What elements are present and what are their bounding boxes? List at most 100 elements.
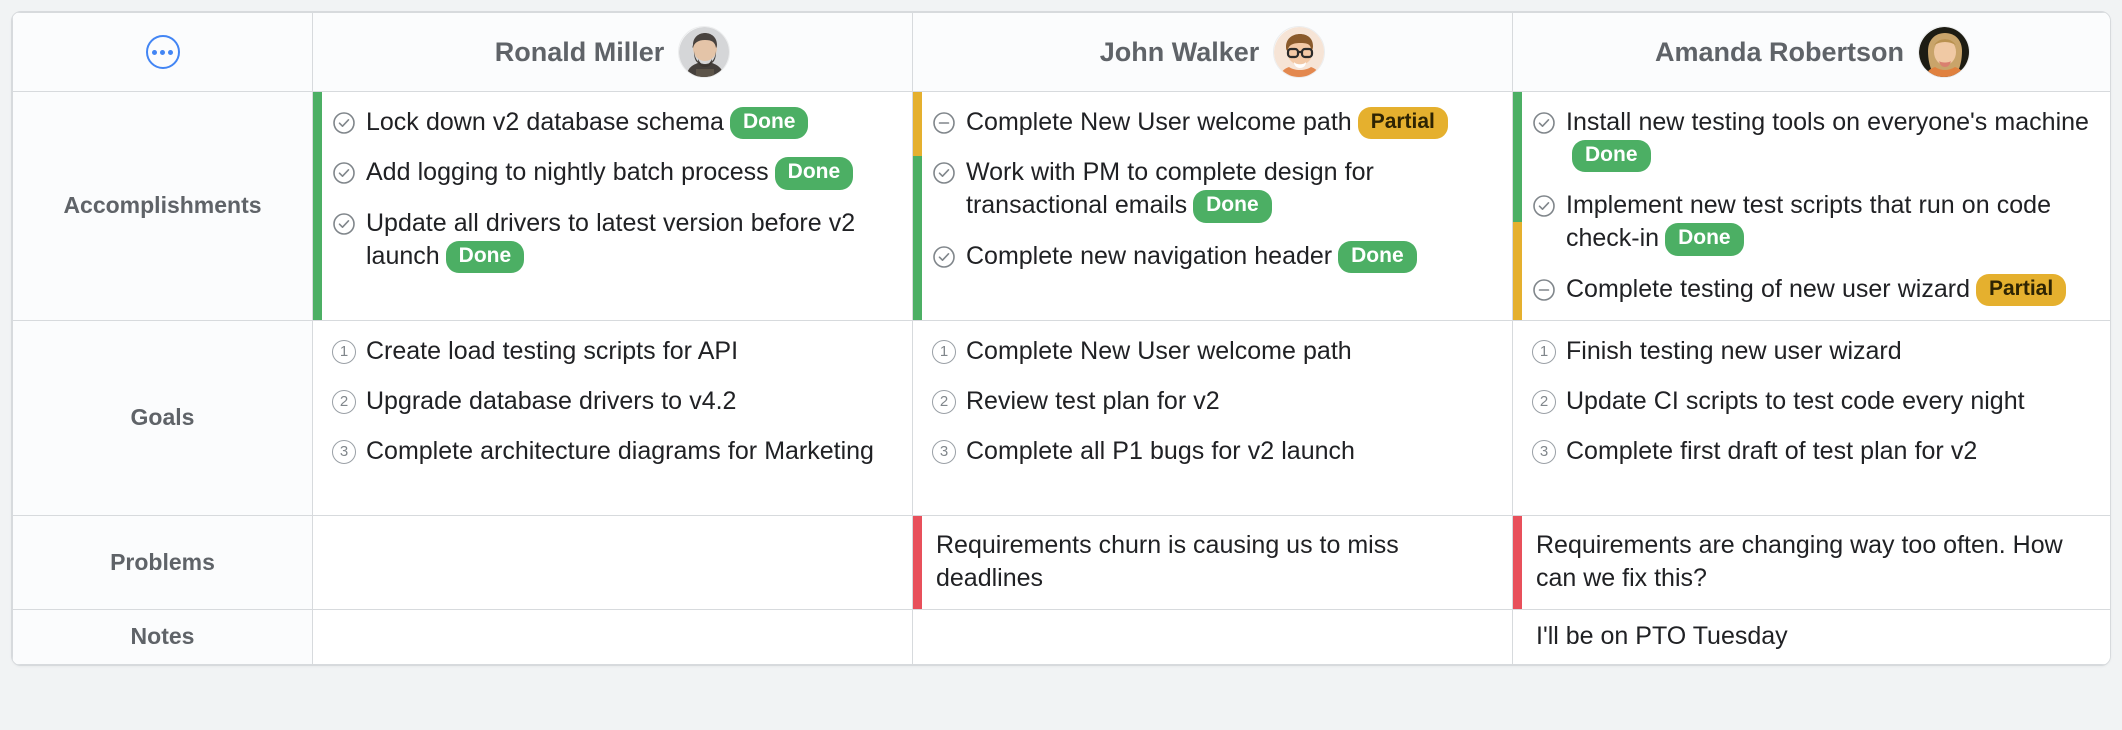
dot-3-icon [168, 49, 173, 55]
cell-accomplishments-ronald-miller[interactable]: Lock down v2 database schema Done Add log… [312, 91, 913, 321]
goal-item[interactable]: 3 Complete all P1 bugs for v2 launch [932, 435, 1496, 468]
goal-text: Complete all P1 bugs for v2 launch [966, 436, 1355, 465]
cell-notes-amanda-robertson[interactable]: I'll be on PTO Tuesday [1512, 608, 2110, 665]
row-accomplishments: Accomplishments Lock down v2 database sc… [12, 91, 2110, 321]
row-goals: Goals 1 Create load testing scripts for … [12, 319, 2110, 516]
accent-segment [913, 156, 922, 222]
status-badge: Done [1338, 240, 1417, 273]
accomplishment-item[interactable]: Complete New User welcome path Partial [932, 106, 1496, 140]
cell-problems-amanda-robertson[interactable]: Requirements are changing way too often.… [1512, 514, 2110, 610]
goal-item[interactable]: 1 Finish testing new user wizard [1532, 335, 2096, 368]
check-circle-icon [332, 212, 356, 236]
number-circle-icon: 3 [932, 439, 956, 464]
accomplishment-item[interactable]: Add logging to nightly batch process Done [332, 156, 896, 190]
status-accent-bar [1513, 92, 1522, 320]
number-circle-icon: 3 [1532, 439, 1556, 464]
dot-1-icon [152, 49, 157, 55]
cell-notes-john-walker[interactable] [912, 608, 1513, 665]
goal-text: Upgrade database drivers to v4.2 [366, 386, 737, 415]
problem-text: Requirements are changing way too often.… [1536, 530, 2063, 592]
number-circle-icon: 1 [1532, 339, 1556, 364]
status-accent-bar-empty [913, 321, 922, 515]
minus-circle-icon [1532, 278, 1556, 302]
number-circle-icon: 3 [332, 439, 356, 464]
cell-problems-ronald-miller[interactable] [312, 514, 913, 610]
accomplishment-text: Lock down v2 database schema [366, 108, 724, 136]
goal-text: Complete first draft of test plan for v2 [1566, 436, 1978, 465]
standup-board-page: Ronald Miller John Walker Amanda Roberts… [0, 0, 2122, 730]
accomplishment-item[interactable]: Complete new navigation header Done [932, 240, 1496, 273]
accent-segment [1513, 92, 1522, 158]
accomplishment-text: Complete testing of new user wizard [1566, 274, 1970, 303]
status-badge: Done [1193, 190, 1272, 223]
status-badge: Done [1572, 140, 1651, 173]
goal-item[interactable]: 1 Create load testing scripts for API [332, 335, 896, 368]
status-badge: Done [1665, 223, 1744, 256]
check-circle-icon [332, 161, 356, 185]
goal-item[interactable]: 2 Review test plan for v2 [932, 385, 1496, 418]
accomplishment-item[interactable]: Work with PM to complete design for tran… [932, 156, 1496, 223]
goal-text: Create load testing scripts for API [366, 336, 739, 365]
note-text [322, 610, 354, 664]
status-badge: Done [445, 240, 525, 273]
accent-segment [1513, 222, 1522, 320]
column-header-person-1[interactable]: Ronald Miller [312, 12, 913, 92]
accomplishment-item[interactable]: Lock down v2 database schema Done [332, 106, 896, 140]
accomplishment-text: Work with PM to complete design for tran… [966, 158, 1374, 220]
goal-item[interactable]: 2 Upgrade database drivers to v4.2 [332, 385, 896, 418]
minus-circle-icon [932, 111, 956, 135]
status-badge: Partial [1357, 107, 1448, 140]
cell-goals-amanda-robertson[interactable]: 1 Finish testing new user wizard 2 Updat… [1512, 319, 2110, 516]
problem-accent-bar-empty [313, 516, 322, 609]
cell-goals-john-walker[interactable]: 1 Complete New User welcome path 2 Revie… [912, 319, 1513, 516]
check-circle-icon [332, 111, 356, 135]
cell-goals-ronald-miller[interactable]: 1 Create load testing scripts for API 2 … [312, 319, 913, 516]
problem-accent-bar [913, 515, 922, 609]
number-circle-icon: 1 [332, 339, 356, 364]
number-circle-icon: 1 [932, 339, 956, 364]
number-circle-icon: 2 [332, 389, 356, 414]
goal-item[interactable]: 1 Complete New User welcome path [932, 335, 1496, 368]
accomplishment-item[interactable]: Implement new test scripts that run on c… [1532, 189, 2096, 256]
column-header-person-3[interactable]: Amanda Robertson [1512, 12, 2110, 92]
note-accent-bar-empty [313, 610, 322, 664]
check-circle-icon [932, 161, 956, 185]
goal-item[interactable]: 2 Update CI scripts to test code every n… [1532, 385, 2096, 418]
check-circle-icon [932, 245, 956, 269]
accent-segment [1513, 158, 1522, 222]
goal-item[interactable]: 3 Complete first draft of test plan for … [1532, 435, 2096, 468]
status-badge: Done [729, 107, 809, 140]
board-menu-cell [12, 12, 313, 92]
more-options-icon[interactable] [145, 35, 180, 69]
dot-2-icon [160, 49, 165, 55]
number-circle-icon: 2 [1532, 389, 1556, 414]
cell-accomplishments-amanda-robertson[interactable]: Install new testing tools on everyone's … [1512, 91, 2110, 321]
accomplishment-item[interactable]: Complete testing of new user wizard Parti… [1532, 273, 2096, 306]
accent-segment [313, 92, 322, 158]
person-name: John Walker [1099, 36, 1260, 67]
table-header-row: Ronald Miller John Walker Amanda Roberts… [12, 12, 2110, 92]
avatar-amanda-robertson[interactable] [1918, 26, 1971, 78]
row-label-problems: Problems [12, 514, 313, 610]
accent-segment [913, 92, 922, 156]
status-accent-bar-empty [313, 321, 322, 515]
status-accent-bar-empty [1513, 321, 1522, 515]
check-circle-icon [1532, 111, 1556, 135]
cell-accomplishments-john-walker[interactable]: Complete New User welcome path Partial Wo… [912, 91, 1513, 321]
row-label-accomplishments: Accomplishments [12, 91, 313, 321]
standup-table-container: Ronald Miller John Walker Amanda Roberts… [11, 11, 2111, 666]
accomplishment-item[interactable]: Install new testing tools on everyone's … [1532, 106, 2096, 173]
accomplishment-text: Complete new navigation header [966, 241, 1333, 270]
avatar-ronald-miller[interactable] [678, 26, 731, 78]
row-notes: Notes I'll be on PTO Tuesday [12, 608, 2110, 665]
note-text: I'll be on PTO Tuesday [1536, 621, 1788, 650]
check-circle-icon [1532, 194, 1556, 218]
number-circle-icon: 2 [932, 389, 956, 414]
goal-item[interactable]: 3 Complete architecture diagrams for Mar… [332, 435, 896, 468]
problem-accent-bar [1513, 515, 1522, 609]
column-header-person-2[interactable]: John Walker [912, 12, 1513, 92]
avatar-john-walker[interactable] [1273, 26, 1326, 78]
cell-problems-john-walker[interactable]: Requirements churn is causing us to miss… [912, 514, 1513, 610]
cell-notes-ronald-miller[interactable] [312, 608, 913, 665]
accomplishment-item[interactable]: Update all drivers to latest version bef… [332, 207, 896, 273]
